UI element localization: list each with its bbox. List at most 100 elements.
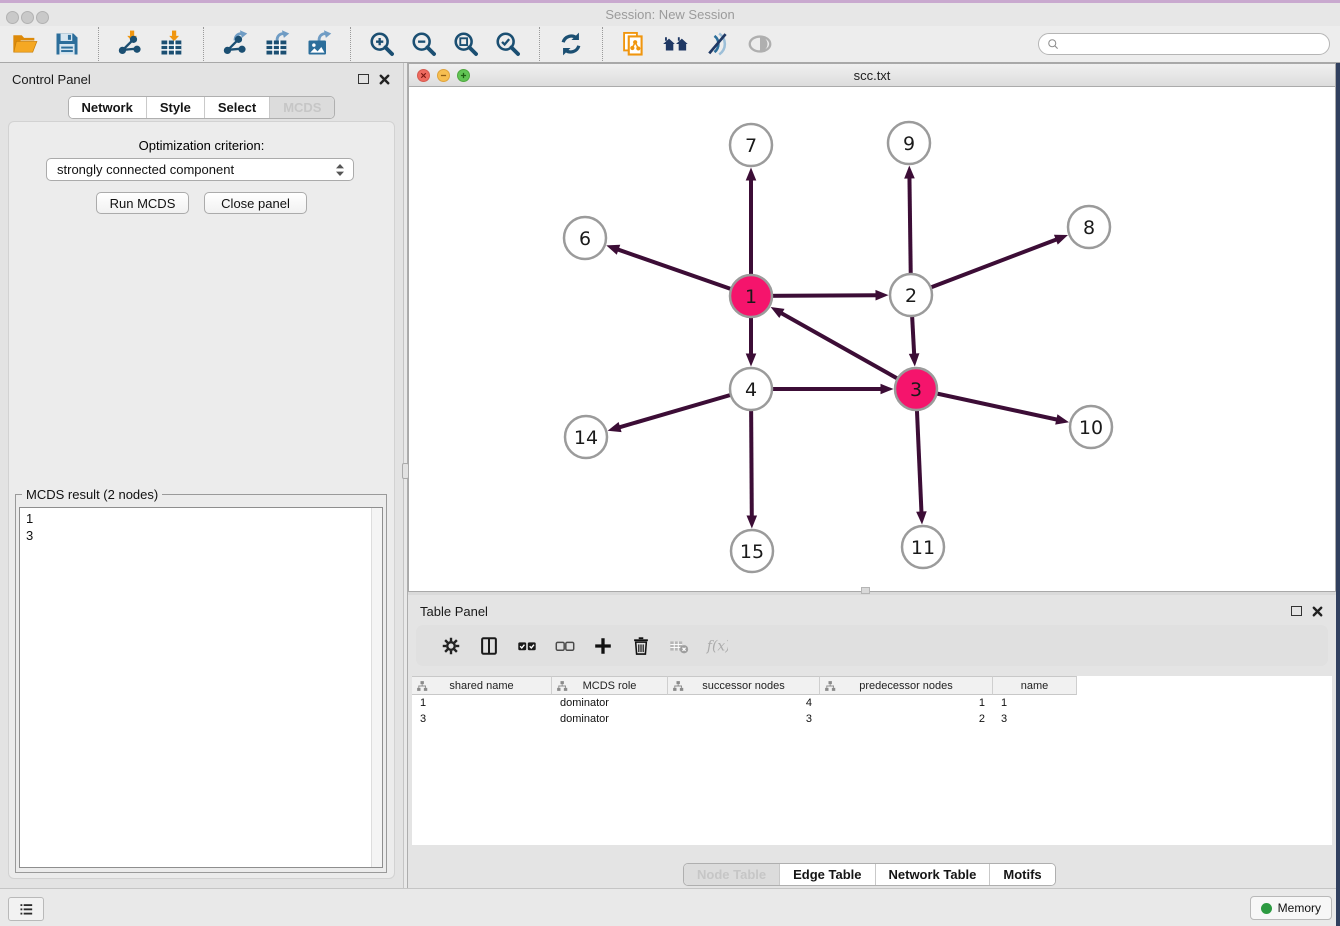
table-cell[interactable]: dominator bbox=[552, 713, 668, 725]
toolbar-group bbox=[609, 30, 785, 58]
export-network-icon[interactable] bbox=[221, 30, 249, 58]
table-row[interactable]: 3dominator323 bbox=[412, 711, 1332, 727]
network-minimize-button[interactable] bbox=[437, 69, 450, 82]
mcds-result-scrollbar[interactable] bbox=[371, 508, 382, 867]
tab-node-table[interactable]: Node Table bbox=[684, 864, 779, 885]
table-panel-close-icon[interactable] bbox=[1311, 605, 1324, 618]
network-maximize-button[interactable] bbox=[457, 69, 470, 82]
table-cell[interactable]: 1 bbox=[993, 697, 1077, 709]
column-header-successor-nodes[interactable]: successor nodes bbox=[668, 676, 820, 695]
create-column-icon[interactable] bbox=[592, 635, 614, 657]
criterion-dropdown[interactable]: strongly connected component bbox=[46, 158, 354, 181]
import-network-icon[interactable] bbox=[116, 30, 144, 58]
export-table-icon[interactable] bbox=[263, 30, 291, 58]
select-all-rows-icon[interactable] bbox=[516, 635, 538, 657]
table-mode-icon[interactable] bbox=[440, 635, 462, 657]
edge-arrowhead bbox=[1055, 414, 1069, 424]
search-box[interactable] bbox=[1038, 33, 1330, 55]
table-cell[interactable]: 3 bbox=[668, 713, 820, 725]
table-cell[interactable]: 3 bbox=[993, 713, 1077, 725]
tab-motifs[interactable]: Motifs bbox=[989, 864, 1054, 885]
table-cell[interactable]: 2 bbox=[820, 713, 993, 725]
column-type-icon bbox=[824, 680, 836, 692]
table-panel-tabs: Node TableEdge TableNetwork TableMotifs bbox=[683, 863, 1056, 886]
mcds-result-textarea[interactable]: 13 bbox=[19, 507, 383, 868]
network-window-titlebar[interactable]: scc.txt bbox=[409, 64, 1335, 87]
memory-status-dot bbox=[1261, 903, 1272, 914]
edge-arrowhead bbox=[875, 290, 888, 301]
column-label: predecessor nodes bbox=[859, 680, 953, 692]
save-session-icon[interactable] bbox=[53, 30, 81, 58]
close-panel-button[interactable]: Close panel bbox=[204, 192, 307, 214]
control-panel: Control Panel NetworkStyleSelectMCDS Opt… bbox=[0, 63, 403, 888]
control-panel-close-icon[interactable] bbox=[378, 73, 391, 86]
delete-columns-icon[interactable] bbox=[630, 635, 652, 657]
export-image-icon[interactable] bbox=[305, 30, 333, 58]
table-cell[interactable]: 1 bbox=[820, 697, 993, 709]
tab-edge-table[interactable]: Edge Table bbox=[779, 864, 874, 885]
toolbar-separator bbox=[203, 27, 204, 61]
new-network-from-selection-icon[interactable] bbox=[620, 30, 648, 58]
chevron-updown-icon bbox=[333, 161, 347, 179]
edge-arrowhead bbox=[881, 384, 894, 395]
tab-style[interactable]: Style bbox=[146, 97, 204, 118]
status-bar: Memory bbox=[0, 888, 1340, 926]
edge-arrowhead bbox=[746, 168, 757, 181]
memory-button[interactable]: Memory bbox=[1250, 896, 1332, 920]
control-panel-header: Control Panel bbox=[0, 63, 403, 95]
toolbar-group bbox=[105, 30, 197, 58]
edge-3-1[interactable] bbox=[780, 312, 916, 389]
node-label-11: 11 bbox=[911, 537, 935, 559]
table-cell[interactable]: 3 bbox=[412, 713, 552, 725]
zoom-fit-icon[interactable] bbox=[452, 30, 480, 58]
tab-mcds[interactable]: MCDS bbox=[269, 97, 334, 118]
table-cell[interactable]: dominator bbox=[552, 697, 668, 709]
tab-network[interactable]: Network bbox=[69, 97, 146, 118]
table-row[interactable]: 1dominator411 bbox=[412, 695, 1332, 711]
table-cell[interactable]: 4 bbox=[668, 697, 820, 709]
deselect-all-rows-icon[interactable] bbox=[554, 635, 576, 657]
zoom-selected-icon[interactable] bbox=[494, 30, 522, 58]
tab-network-table[interactable]: Network Table bbox=[875, 864, 990, 885]
network-canvas[interactable]: 1234678910111415 bbox=[409, 87, 1335, 591]
window-close-button[interactable] bbox=[6, 11, 19, 24]
mcds-result-lines: 13 bbox=[26, 510, 382, 544]
show-columns-icon[interactable] bbox=[478, 635, 500, 657]
column-header-mcds-role[interactable]: MCDS role bbox=[552, 676, 668, 695]
search-input[interactable] bbox=[1061, 36, 1322, 52]
tab-select[interactable]: Select bbox=[204, 97, 269, 118]
control-panel-float-icon[interactable] bbox=[358, 74, 369, 84]
optimization-criterion-label: Optimization criterion: bbox=[9, 138, 394, 153]
main-titlebar[interactable]: Session: New Session bbox=[0, 3, 1340, 26]
zoom-in-icon[interactable] bbox=[368, 30, 396, 58]
node-label-6: 6 bbox=[579, 228, 591, 250]
edge-arrowhead bbox=[608, 422, 622, 432]
column-header-name[interactable]: name bbox=[993, 676, 1077, 695]
open-session-icon[interactable] bbox=[11, 30, 39, 58]
import-table-icon[interactable] bbox=[158, 30, 186, 58]
horizontal-splitter-handle[interactable] bbox=[861, 587, 870, 594]
zoom-out-icon[interactable] bbox=[410, 30, 438, 58]
table-panel-float-icon[interactable] bbox=[1291, 606, 1302, 616]
network-close-button[interactable] bbox=[417, 69, 430, 82]
apply-layout-icon[interactable] bbox=[557, 30, 585, 58]
edge-2-8[interactable] bbox=[911, 239, 1058, 295]
column-header-predecessor-nodes[interactable]: predecessor nodes bbox=[820, 676, 993, 695]
table-cell[interactable]: 1 bbox=[412, 697, 552, 709]
edge-arrowhead bbox=[904, 165, 915, 178]
window-minimize-button[interactable] bbox=[21, 11, 34, 24]
show-graphics-details-icon[interactable] bbox=[704, 30, 732, 58]
window-zoom-button[interactable] bbox=[36, 11, 49, 24]
run-mcds-button[interactable]: Run MCDS bbox=[96, 192, 189, 214]
toolbar-separator bbox=[602, 27, 603, 61]
network-window-title: scc.txt bbox=[854, 68, 891, 83]
task-history-button[interactable] bbox=[8, 897, 44, 921]
column-header-shared-name[interactable]: shared name bbox=[412, 676, 552, 695]
criterion-dropdown-value: strongly connected component bbox=[57, 162, 234, 177]
first-neighbors-icon[interactable] bbox=[662, 30, 690, 58]
session-title: Session: New Session bbox=[605, 7, 734, 22]
memory-label: Memory bbox=[1278, 901, 1321, 915]
control-panel-title: Control Panel bbox=[12, 72, 91, 87]
node-label-10: 10 bbox=[1079, 417, 1103, 439]
table-panel-title: Table Panel bbox=[420, 604, 488, 619]
